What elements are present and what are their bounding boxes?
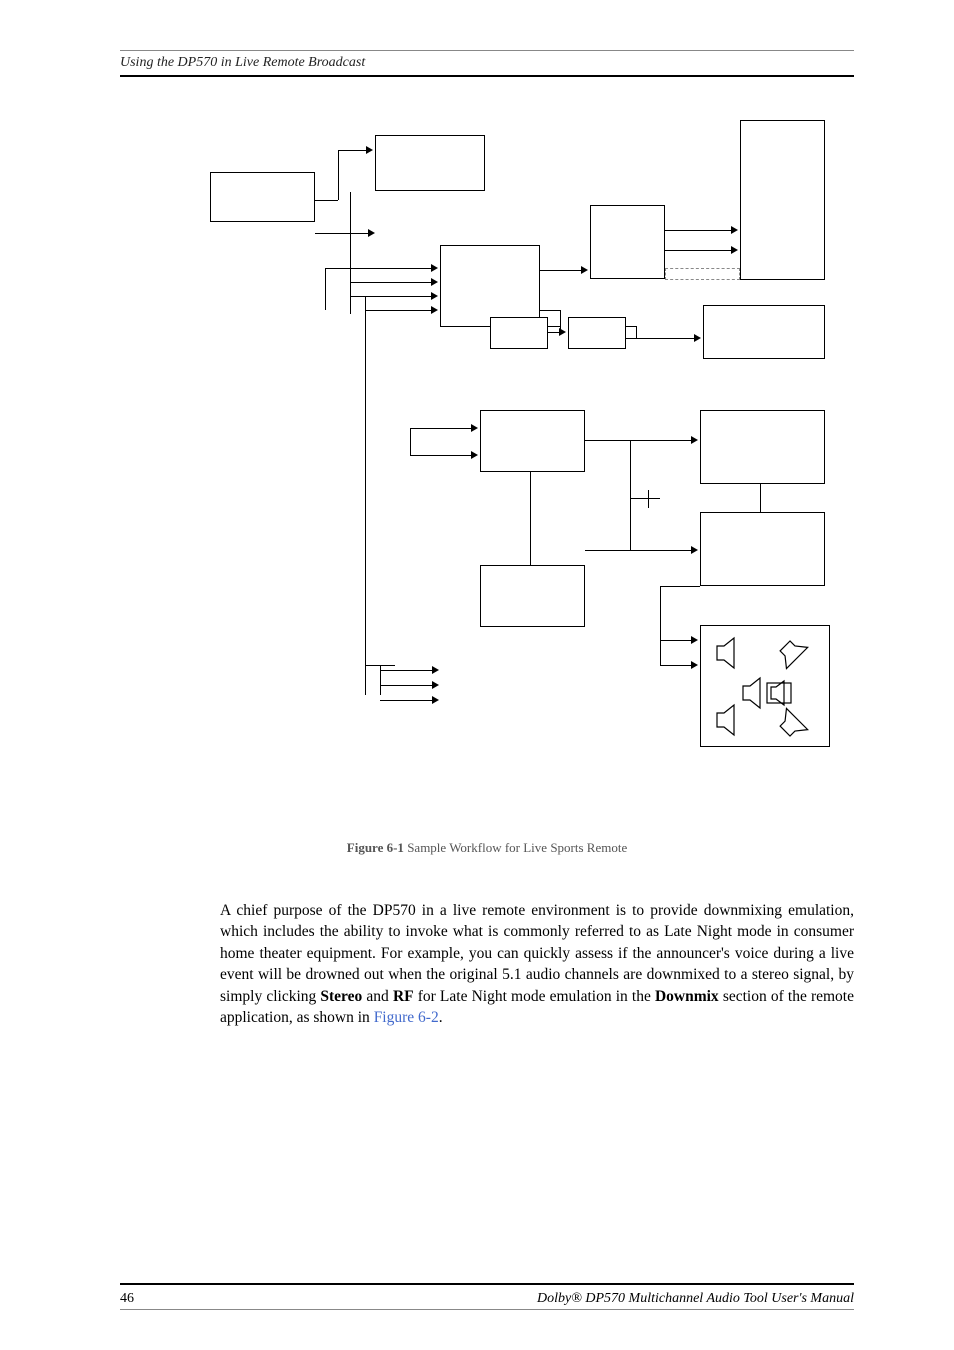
caption-body: Sample Workflow for Live Sports Remote [407,840,627,855]
body-p1b: and [362,988,393,1005]
footer-title: Dolby® DP570 Multichannel Audio Tool Use… [537,1291,854,1307]
workflow-diagram [210,110,850,820]
header-title: Using the DP570 in Live Remote Broadcast [120,55,365,70]
page-number: 46 [120,1291,134,1307]
body-downmix: Downmix [655,988,719,1005]
body-paragraph: A chief purpose of the DP570 in a live r… [220,900,854,1028]
box-dp570 [440,245,540,327]
box-stage2 [568,317,626,349]
box-speakers [700,625,830,747]
box-dp572 [480,565,585,627]
box-effects-mixer [210,172,315,222]
box-console [375,135,485,191]
page-footer: 46 Dolby® DP570 Multichannel Audio Tool … [120,1283,854,1310]
box-dp571 [480,410,585,472]
box-sdi-embedder [490,317,548,349]
body-p1e: . [439,1009,443,1026]
box-dp562 [700,512,825,586]
box-speaker-controller [740,120,825,280]
box-dm100 [703,305,825,359]
box-dp569 [700,410,825,484]
dashed-link [665,268,740,280]
box-router [590,205,665,279]
figure-caption: Figure 6-1 Sample Workflow for Live Spor… [120,840,854,856]
page-header: Using the DP570 in Live Remote Broadcast [120,50,854,77]
body-p1c: for Late Night mode emulation in the [414,988,655,1005]
figure-link[interactable]: Figure 6-2 [374,1009,439,1026]
speaker-array-icon [705,631,825,741]
body-stereo: Stereo [320,988,362,1005]
body-rf: RF [393,988,414,1005]
caption-label: Figure 6-1 [347,840,404,855]
